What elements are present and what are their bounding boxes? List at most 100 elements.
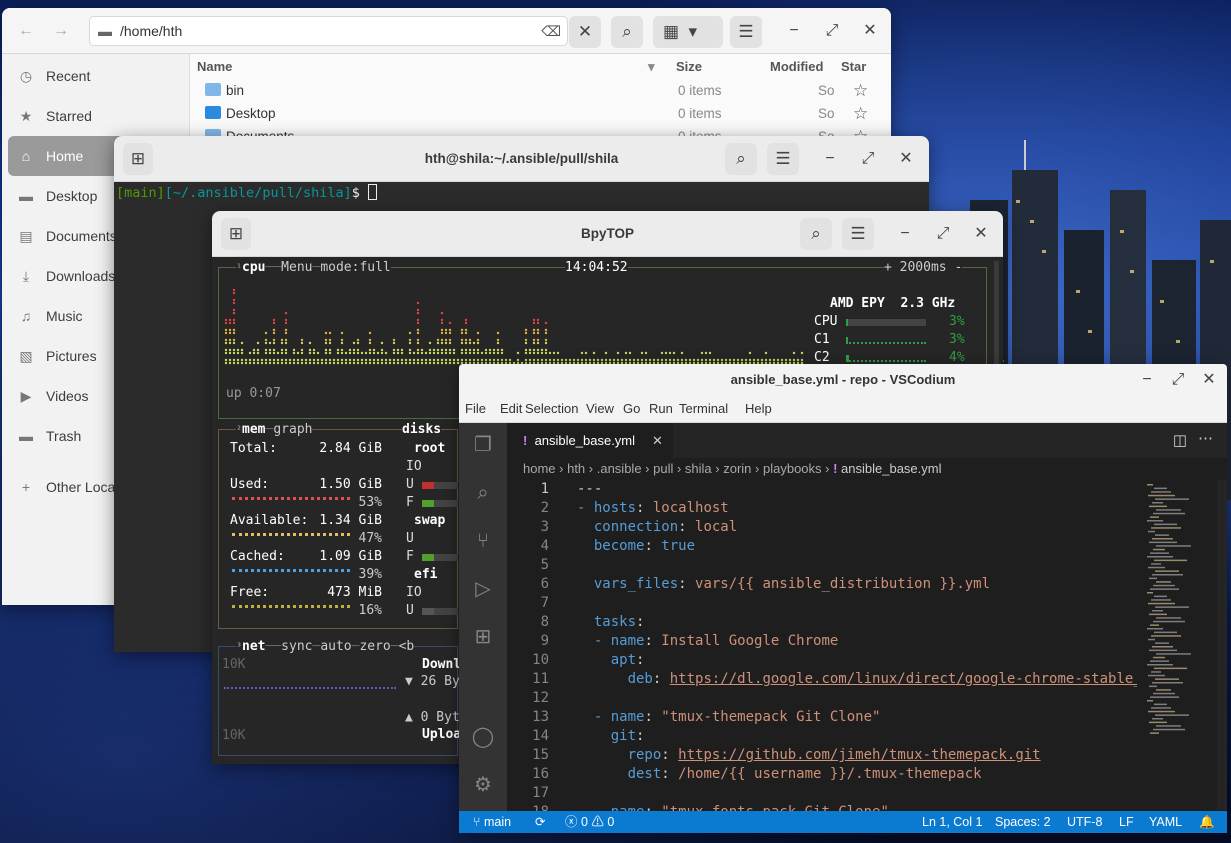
tab-close-icon[interactable]: ✕ (652, 423, 663, 458)
problems-indicator[interactable]: ⓧ 0 ⚠ 0 (565, 811, 614, 833)
cpu-graph-dot (256, 341, 260, 345)
menu-help[interactable]: Help (745, 395, 772, 423)
minimize-icon[interactable]: − (1135, 368, 1159, 392)
cpu-graph-dot (680, 358, 684, 362)
net-auto[interactable]: auto (320, 639, 351, 654)
column-modified[interactable]: Modified (770, 59, 823, 74)
menu-terminal[interactable]: Terminal (679, 395, 728, 423)
search-button[interactable]: ⌕ (725, 143, 757, 175)
split-editor-icon[interactable]: ◫ (1173, 431, 1187, 449)
close-path-button[interactable]: ✕ (569, 16, 601, 48)
menu-run[interactable]: Run (649, 395, 673, 423)
cpu-mode[interactable]: mode:full (320, 260, 390, 275)
maximize-icon[interactable]: ⤢ (856, 147, 880, 171)
breadcrumb-item[interactable]: .ansible (597, 461, 642, 476)
menu-go[interactable]: Go (623, 395, 640, 423)
tab-ansible-base[interactable]: ! ansible_base.yml ✕ (507, 423, 673, 458)
file-row[interactable]: Desktop 0 items So ☆ (191, 103, 891, 127)
star-icon[interactable]: ☆ (853, 104, 868, 124)
mem-bar (232, 533, 350, 536)
editor-scrollbar[interactable] (1217, 480, 1227, 810)
net-sync[interactable]: sync (281, 639, 312, 654)
net-zero[interactable]: zero (359, 639, 390, 654)
maximize-icon[interactable]: ⤢ (931, 222, 955, 246)
code-editor[interactable]: --- - hosts: localhost connection: local … (577, 480, 1137, 822)
column-star[interactable]: Star (841, 59, 866, 74)
menu-file[interactable]: File (465, 395, 486, 423)
cpu-menu[interactable]: Menu (281, 260, 312, 275)
net-b[interactable]: <b (399, 639, 415, 654)
forward-icon[interactable]: → (49, 19, 73, 43)
disk-field: U (406, 603, 414, 618)
column-size[interactable]: Size (676, 59, 702, 74)
notifications-bell-icon[interactable]: 🔔 (1199, 811, 1215, 833)
run-debug-icon[interactable]: ▷ (471, 577, 495, 601)
branch-indicator[interactable]: ⑂ main (473, 811, 511, 833)
breadcrumb-item[interactable]: zorin (723, 461, 751, 476)
minimap[interactable] (1143, 480, 1207, 760)
search-icon[interactable]: ⌕ (471, 481, 495, 505)
breadcrumb-item[interactable]: playbooks (763, 461, 822, 476)
code-link[interactable]: https://dl.google.com/linux/direct/googl… (670, 671, 1137, 687)
terminal-prompt[interactable]: [main][~/.ansible/pull/shila]$ (116, 184, 377, 201)
sort-icon[interactable]: ▾ (648, 59, 655, 75)
maximize-icon[interactable]: ⤢ (820, 19, 844, 43)
mem-graph-toggle[interactable]: graph (273, 422, 312, 437)
cpu-core-bar (846, 319, 926, 326)
cpu-interval[interactable]: + 2000ms - (884, 260, 963, 275)
cpu-graph-dot (460, 341, 464, 345)
code-line: - name: "tmux-themepack Git Clone" (577, 708, 1137, 727)
code-link[interactable]: https://github.com/jimeh/tmux-themepack.… (678, 747, 1040, 763)
cpu-graph-dot (380, 341, 384, 345)
menu-edit[interactable]: Edit (500, 395, 522, 423)
close-icon[interactable]: ✕ (858, 19, 882, 43)
more-actions-icon[interactable]: ⋯ (1198, 429, 1213, 447)
minimize-icon[interactable]: − (818, 147, 842, 171)
source-control-icon[interactable]: ⑂ (471, 529, 495, 553)
explorer-icon[interactable]: ❐ (471, 433, 495, 457)
language-mode[interactable]: YAML (1149, 811, 1182, 833)
menu-button[interactable]: ☰ (730, 16, 762, 48)
search-button[interactable]: ⌕ (611, 16, 643, 48)
cpu-graph-dot (456, 358, 460, 362)
minimize-icon[interactable]: − (782, 19, 806, 43)
settings-gear-icon[interactable]: ⚙ (471, 773, 495, 797)
cpu-graph-dot (440, 321, 444, 325)
cpu-graph-dot (484, 351, 488, 355)
encoding[interactable]: UTF-8 (1067, 811, 1102, 833)
extensions-icon[interactable]: ⊞ (471, 625, 495, 649)
menu-selection[interactable]: Selection (525, 395, 578, 423)
close-icon[interactable]: ✕ (969, 222, 993, 246)
back-icon[interactable]: ← (14, 19, 38, 43)
breadcrumb-item[interactable]: ansible_base.yml (841, 461, 941, 476)
search-button[interactable]: ⌕ (800, 218, 832, 250)
menu-button[interactable]: ☰ (767, 143, 799, 175)
sidebar-item-starred[interactable]: ★ Starred (8, 96, 183, 136)
clear-icon[interactable]: ⌫ (541, 17, 561, 45)
minimap-line (1156, 689, 1171, 691)
breadcrumb-item[interactable]: home (523, 461, 556, 476)
column-name[interactable]: Name (197, 59, 232, 74)
breadcrumb-item[interactable]: hth (567, 461, 585, 476)
location-bar[interactable]: ▬ /home/hth ⌫ (89, 16, 568, 46)
close-icon[interactable]: ✕ (894, 147, 918, 171)
indentation[interactable]: Spaces: 2 (995, 811, 1051, 833)
view-toggle-button[interactable]: ▦ ▾ (653, 16, 723, 48)
line-ending[interactable]: LF (1119, 811, 1134, 833)
minimize-icon[interactable]: − (893, 222, 917, 246)
menu-view[interactable]: View (586, 395, 614, 423)
star-icon[interactable]: ☆ (853, 81, 868, 101)
sidebar-item-recent[interactable]: ◷ Recent (8, 56, 183, 96)
cpu-graph-dot (764, 358, 768, 362)
cpu-graph-dot (664, 358, 668, 362)
breadcrumb-item[interactable]: pull (653, 461, 673, 476)
close-icon[interactable]: ✕ (1197, 368, 1221, 392)
breadcrumb-item[interactable]: shila (685, 461, 712, 476)
account-icon[interactable]: ◯ (471, 725, 495, 749)
sync-icon[interactable]: ⟳ (535, 811, 545, 833)
file-row[interactable]: bin 0 items So ☆ (191, 80, 891, 104)
cursor-position[interactable]: Ln 1, Col 1 (922, 811, 982, 833)
menu-button[interactable]: ☰ (842, 218, 874, 250)
maximize-icon[interactable]: ⤢ (1166, 368, 1190, 392)
